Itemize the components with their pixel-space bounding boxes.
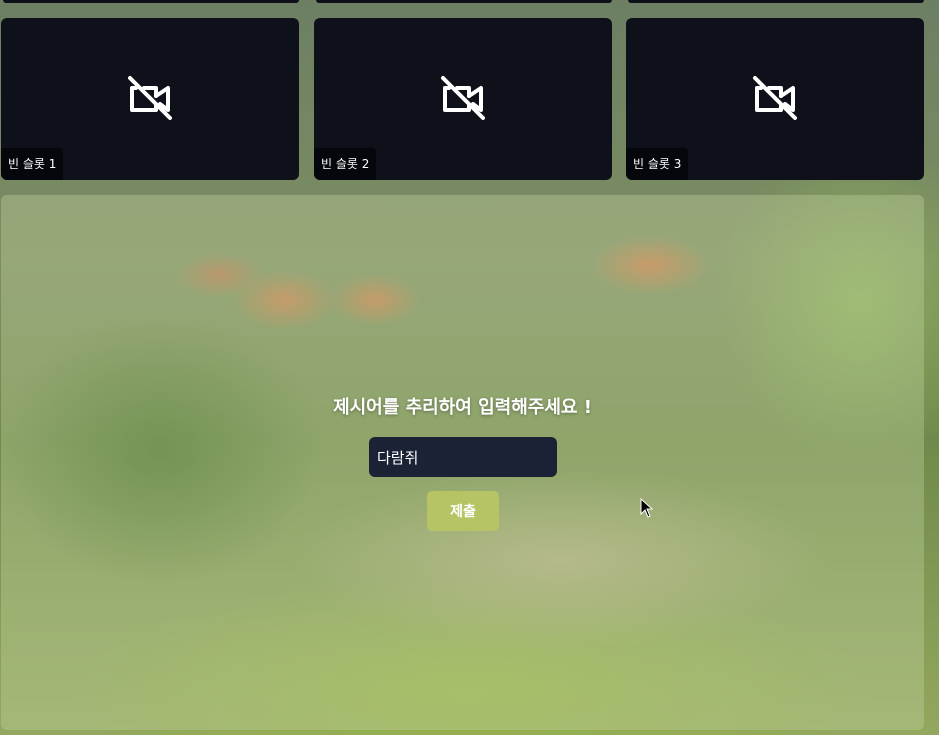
slot-label: 빈 슬롯 3 bbox=[626, 148, 689, 180]
slot-label: 빈 슬롯 1 bbox=[1, 148, 64, 180]
prompt-title: 제시어를 추리하여 입력해주세요 ! bbox=[333, 397, 592, 418]
video-off-icon bbox=[441, 76, 485, 120]
video-off-icon bbox=[753, 76, 797, 120]
previous-row-slot-edge bbox=[3, 0, 299, 3]
slot-label: 빈 슬롯 2 bbox=[314, 148, 377, 180]
answer-input[interactable] bbox=[369, 437, 557, 477]
video-slot-2: 빈 슬롯 2 bbox=[314, 18, 612, 180]
previous-row-slot-edge bbox=[628, 0, 924, 3]
video-slot-3: 빈 슬롯 3 bbox=[626, 18, 924, 180]
previous-row-slot-edge bbox=[316, 0, 612, 3]
mouse-cursor-icon bbox=[640, 498, 654, 518]
video-off-icon bbox=[128, 76, 172, 120]
submit-button[interactable]: 제출 bbox=[427, 491, 499, 531]
guess-panel: 제시어를 추리하여 입력해주세요 ! 제출 bbox=[1, 195, 924, 730]
video-slot-1: 빈 슬롯 1 bbox=[1, 18, 299, 180]
